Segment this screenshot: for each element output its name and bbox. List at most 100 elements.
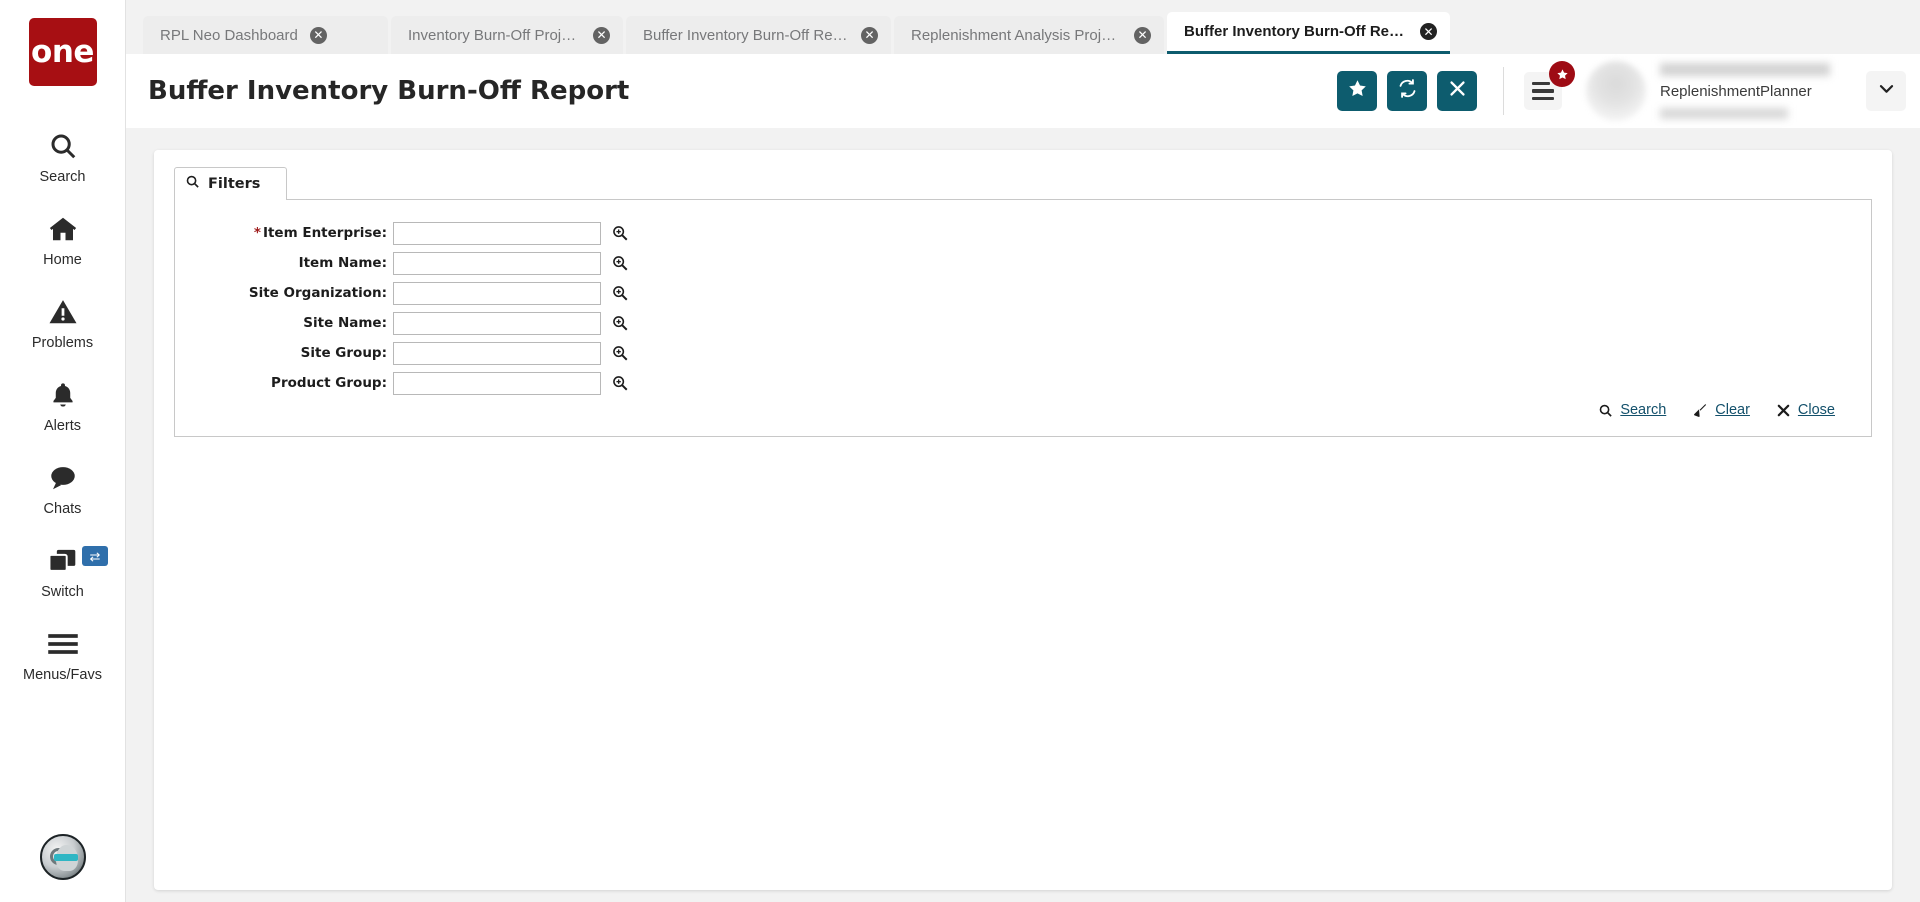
- refresh-button[interactable]: [1387, 71, 1427, 111]
- clear-button-label: Clear: [1715, 402, 1750, 418]
- tab-close-icon[interactable]: ✕: [861, 26, 878, 44]
- search-button[interactable]: Search: [1598, 402, 1666, 418]
- sidebar-item-label: Switch: [41, 584, 84, 600]
- left-nav-rail: one Search Home Problems Alerts Chats ⇄ …: [0, 0, 126, 902]
- favorite-button[interactable]: [1337, 71, 1377, 111]
- tab-buffer-inventory-burn-off-report-active[interactable]: Buffer Inventory Burn-Off Report ✕: [1167, 12, 1450, 54]
- sidebar-item-label: Alerts: [43, 418, 82, 434]
- header-actions: ReplenishmentPlanner: [1327, 54, 1920, 128]
- page-title: Buffer Inventory Burn-Off Report: [148, 76, 630, 106]
- tab-close-icon[interactable]: ✕: [1420, 23, 1437, 40]
- filter-label-text: Product Group:: [271, 375, 387, 391]
- tab-close-icon[interactable]: ✕: [309, 26, 327, 44]
- lookup-zoom-in-icon[interactable]: [611, 254, 629, 272]
- filter-label: Site Group:: [175, 345, 393, 361]
- one-logo[interactable]: one: [28, 18, 97, 86]
- user-profile[interactable]: ReplenishmentPlanner: [1562, 54, 1920, 128]
- tab-inventory-burn-off-projected-inv[interactable]: Inventory Burn-Off Projected Inv... ✕: [391, 16, 623, 54]
- tab-filters[interactable]: Filters: [174, 167, 288, 200]
- lookup-zoom-in-icon[interactable]: [611, 314, 629, 332]
- close-link-label: Close: [1797, 402, 1835, 418]
- hamburger-icon: [1532, 81, 1554, 101]
- tab-close-icon[interactable]: ✕: [593, 26, 610, 44]
- clear-button[interactable]: Clear: [1692, 402, 1750, 418]
- x-icon: [1448, 79, 1467, 103]
- sidebar-item-label: Problems: [31, 335, 94, 351]
- sidebar-item-label: Chats: [43, 501, 82, 517]
- tab-label: Replenishment Analysis Projecte...: [911, 26, 1122, 44]
- page-content: Filters * Item Enterprise: Item Name: Si…: [126, 128, 1920, 902]
- star-icon: [1347, 78, 1368, 104]
- chat-bubble-icon: [41, 460, 85, 496]
- filter-label: Site Organization:: [175, 285, 393, 301]
- lookup-zoom-in-icon[interactable]: [611, 224, 629, 242]
- tab-label: Buffer Inventory Burn-Off Report: [643, 26, 849, 44]
- site-name-input[interactable]: [393, 311, 601, 335]
- filters-panel: * Item Enterprise: Item Name: Site Organ…: [174, 199, 1872, 437]
- lookup-zoom-in-icon[interactable]: [611, 344, 629, 362]
- filter-row-item-name: Item Name:: [175, 248, 1871, 278]
- filter-actions: Search Clear Close: [175, 402, 1871, 422]
- swap-arrows-icon[interactable]: ⇄: [82, 546, 108, 566]
- sidebar-item-chats[interactable]: Chats: [0, 446, 125, 529]
- chevron-down-icon: [1877, 79, 1896, 103]
- filter-row-product-group: Product Group:: [175, 368, 1871, 398]
- sidebar-item-home[interactable]: Home: [0, 197, 125, 280]
- x-icon: [1776, 403, 1791, 418]
- filter-row-site-organization: Site Organization:: [175, 278, 1871, 308]
- broom-icon: [1692, 402, 1708, 418]
- product-group-input[interactable]: [393, 371, 601, 395]
- filter-label-text: Site Name:: [303, 315, 387, 331]
- app-root: one Search Home Problems Alerts Chats ⇄ …: [0, 0, 1920, 902]
- ai-assistant-launcher[interactable]: [0, 834, 125, 880]
- sidebar-item-switch[interactable]: ⇄ Switch: [0, 529, 125, 612]
- avatar: [1586, 61, 1646, 121]
- user-menu-toggle[interactable]: [1866, 71, 1906, 111]
- user-org-redacted: [1660, 108, 1788, 119]
- site-group-input[interactable]: [393, 341, 601, 365]
- tab-label: Inventory Burn-Off Projected Inv...: [408, 26, 581, 44]
- tab-replenishment-analysis-projecte[interactable]: Replenishment Analysis Projecte... ✕: [894, 16, 1164, 54]
- sidebar-item-problems[interactable]: Problems: [0, 280, 125, 363]
- sidebar-item-label: Search: [39, 169, 86, 185]
- close-button[interactable]: [1437, 71, 1477, 111]
- search-button-label: Search: [1620, 402, 1667, 418]
- search-icon: [185, 174, 200, 193]
- windows-stack-icon: [41, 543, 85, 579]
- item-name-input[interactable]: [393, 251, 601, 275]
- lookup-zoom-in-icon[interactable]: [611, 284, 629, 302]
- sidebar-item-label: Menus/Favs: [23, 667, 102, 683]
- bell-icon: [41, 377, 85, 413]
- tab-rpl-neo-dashboard[interactable]: RPL Neo Dashboard ✕: [143, 16, 388, 54]
- required-asterisk: *: [253, 225, 261, 241]
- site-organization-input[interactable]: [393, 281, 601, 305]
- ai-assistant-avatar-icon: [39, 834, 86, 880]
- sidebar-item-search[interactable]: Search: [0, 114, 125, 197]
- search-icon: [1598, 403, 1613, 418]
- user-role: ReplenishmentPlanner: [1660, 83, 1812, 100]
- header-divider: [1503, 67, 1504, 115]
- filter-label-text: Site Organization:: [248, 285, 387, 301]
- lookup-zoom-in-icon[interactable]: [611, 374, 629, 392]
- filter-label: Item Name:: [175, 255, 393, 271]
- filters-tab-label: Filters: [208, 175, 261, 192]
- filter-row-site-name: Site Name:: [175, 308, 1871, 338]
- tab-label: RPL Neo Dashboard: [160, 26, 298, 44]
- filter-label: Product Group:: [175, 375, 393, 391]
- close-link[interactable]: Close: [1776, 402, 1835, 418]
- home-icon: [41, 211, 85, 247]
- main-area: RPL Neo Dashboard ✕ Inventory Burn-Off P…: [126, 0, 1920, 902]
- sidebar-item-menus-favs[interactable]: Menus/Favs: [0, 612, 125, 695]
- search-icon: [41, 128, 85, 164]
- tab-label: Buffer Inventory Burn-Off Report: [1184, 23, 1408, 40]
- menu-favs-button[interactable]: [1524, 61, 1575, 110]
- tab-close-icon[interactable]: ✕: [1134, 26, 1151, 44]
- hamburger-icon: [41, 626, 85, 662]
- filter-label-text: Item Enterprise:: [262, 225, 387, 241]
- tab-strip: RPL Neo Dashboard ✕ Inventory Burn-Off P…: [126, 0, 1920, 54]
- filter-row-item-enterprise: * Item Enterprise:: [175, 218, 1871, 248]
- sidebar-item-alerts[interactable]: Alerts: [0, 363, 125, 446]
- tab-buffer-inventory-burn-off-report[interactable]: Buffer Inventory Burn-Off Report ✕: [626, 16, 891, 54]
- page-header: Buffer Inventory Burn-Off Report Repleni…: [126, 54, 1920, 128]
- item-enterprise-input[interactable]: [393, 221, 601, 245]
